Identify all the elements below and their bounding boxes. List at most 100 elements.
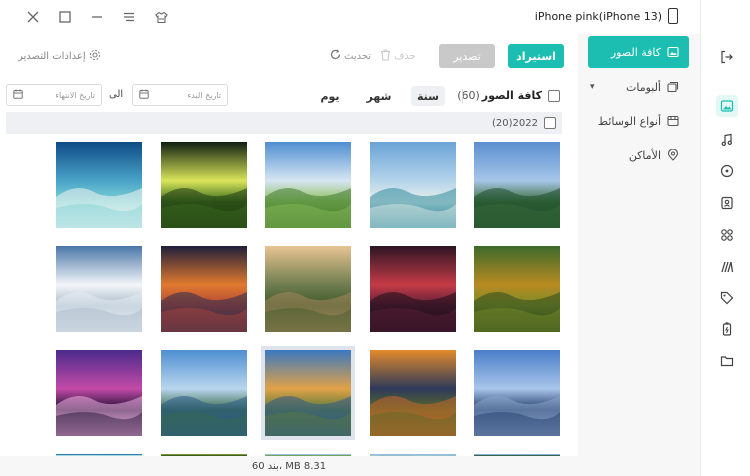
menu-icon: [124, 12, 134, 22]
location-pin-icon: [667, 149, 679, 161]
battery-icon: [722, 322, 732, 336]
trash-icon: [380, 49, 391, 64]
iconbar-apps[interactable]: [716, 224, 738, 246]
all-photos-count: (60): [457, 89, 480, 102]
tab-month[interactable]: شهر: [362, 86, 396, 106]
photo-thumbnail-green-hills-clouds[interactable]: [265, 142, 351, 228]
refresh-icon: [330, 49, 341, 63]
nav-item-places[interactable]: الأماكن: [588, 139, 689, 171]
scrollbar[interactable]: [566, 134, 574, 456]
start-date-placeholder: تاريخ البدء: [187, 90, 222, 100]
refresh-label: تحديث: [344, 50, 372, 62]
photos-icon: [720, 100, 734, 112]
contacts-icon: [721, 196, 733, 210]
select-all-photos[interactable]: (60) كافة الصور: [457, 89, 560, 102]
delete-label: حذف: [394, 51, 416, 62]
photo-thumbnail-tropical-sea-shore[interactable]: [56, 142, 142, 228]
status-bar: 60 بند، MB 8.31: [0, 456, 578, 476]
photo-thumbnail-sunset-sea-reflection[interactable]: [161, 246, 247, 332]
year-group-label: 2022: [512, 117, 538, 129]
gear-icon: [89, 49, 101, 64]
main-panel: استيراد تصدير حذف تحديث إعدادات التصدير …: [0, 34, 578, 476]
import-button[interactable]: استيراد: [508, 44, 564, 68]
tab-year[interactable]: سنة: [411, 86, 445, 106]
media-types-icon: [667, 115, 679, 127]
apps-icon: [721, 229, 733, 241]
iconbar-books[interactable]: [716, 256, 738, 278]
photo-thumbnail-lone-tree-sunlight[interactable]: [161, 142, 247, 228]
select-all-checkbox[interactable]: [548, 89, 560, 102]
close-window-button[interactable]: [24, 8, 42, 26]
category-nav: كافة الصور ▾ ألبومات أنواع الوسائط الأما…: [578, 34, 700, 476]
photo-thumbnail-calm-sea-sunrise[interactable]: [474, 350, 560, 436]
status-text: 60 بند، MB 8.31: [251, 460, 327, 472]
menu-button[interactable]: [120, 8, 138, 26]
minimize-icon: [92, 16, 102, 18]
nav-item-label: أنواع الوسائط: [597, 114, 661, 128]
export-settings-button[interactable]: إعدادات التصدير: [18, 49, 101, 64]
photo-thumbnail-mountain-lake-valley[interactable]: [474, 142, 560, 228]
chevron-down-icon[interactable]: ▾: [590, 82, 595, 92]
tab-day[interactable]: يوم: [313, 86, 347, 106]
iconbar-contacts[interactable]: [716, 192, 738, 214]
refresh-button[interactable]: تحديث: [330, 49, 371, 63]
photo-thumbnail-white-sand-beach[interactable]: [370, 142, 456, 228]
phone-icon: [668, 8, 678, 24]
calendar-icon: [13, 89, 23, 101]
photo-thumbnail-lake-village-reflection[interactable]: [261, 346, 355, 440]
icon-bar: [700, 0, 750, 476]
iconbar-photos[interactable]: [716, 95, 738, 117]
nav-item-all-photos[interactable]: كافة الصور: [588, 36, 689, 68]
all-photos-label: كافة الصور: [481, 89, 542, 102]
nav-item-label: ألبومات: [625, 80, 661, 94]
maximize-icon: [59, 11, 71, 23]
iconbar-tags[interactable]: [716, 287, 738, 309]
export-settings-label: إعدادات التصدير: [18, 51, 86, 62]
iconbar-battery[interactable]: [716, 318, 738, 340]
end-date-input[interactable]: تاريخ الانتهاء: [6, 84, 102, 106]
title-bar: iPhone pink(iPhone 13): [0, 0, 700, 34]
window-controls: [24, 8, 184, 26]
filter-row: (60) كافة الصور سنة شهر يوم تاريخ البدء …: [0, 84, 578, 108]
iconbar-files[interactable]: [716, 350, 738, 372]
photo-thumbnail-autumn-mountain-forest[interactable]: [474, 246, 560, 332]
filter-divider: [462, 89, 463, 103]
nav-item-albums[interactable]: ▾ ألبومات: [588, 71, 689, 103]
export-button[interactable]: تصدير: [439, 44, 495, 68]
year-group-checkbox[interactable]: [544, 117, 556, 129]
iconbar-music[interactable]: [716, 129, 738, 151]
photo-thumbnail-mountain-fjord-reflection[interactable]: [161, 350, 247, 436]
device-selector[interactable]: iPhone pink(iPhone 13): [535, 8, 678, 24]
toolbar: استيراد تصدير حذف تحديث إعدادات التصدير: [0, 44, 578, 70]
start-date-input[interactable]: تاريخ البدء: [132, 84, 228, 106]
nav-item-label: الأماكن: [628, 148, 661, 162]
year-group-count: (20): [492, 117, 513, 129]
calendar-icon: [139, 89, 149, 101]
iconbar-sign-out[interactable]: [716, 46, 738, 68]
delete-button[interactable]: حذف: [380, 49, 416, 64]
minimize-window-button[interactable]: [88, 8, 106, 26]
year-group-header: (20) 2022: [6, 112, 562, 134]
photo-thumbnail-forest-sunset-valley[interactable]: [265, 246, 351, 332]
folder-icon: [720, 356, 734, 367]
close-icon: [27, 11, 39, 23]
photo-thumbnail-snowy-rocks[interactable]: [56, 246, 142, 332]
music-icon: [721, 133, 732, 146]
photo-thumbnail-sunset-hills-field[interactable]: [370, 350, 456, 436]
nav-item-media-types[interactable]: أنواع الوسائط: [588, 105, 689, 137]
photo-icon: [667, 46, 679, 58]
photo-thumbnail-red-sky-lake[interactable]: [370, 246, 456, 332]
video-icon: [720, 164, 734, 178]
iconbar-video[interactable]: [716, 160, 738, 182]
end-date-placeholder: تاريخ الانتهاء: [55, 90, 95, 100]
books-icon: [721, 261, 734, 273]
date-range-to-label: الى: [109, 89, 124, 100]
album-icon: [667, 81, 679, 93]
sign-out-icon: [721, 50, 733, 64]
maximize-window-button[interactable]: [56, 8, 74, 26]
nav-item-label: كافة الصور: [610, 45, 661, 59]
shirt-icon: [154, 11, 168, 23]
device-name: iPhone pink(iPhone 13): [534, 9, 662, 23]
photo-thumbnail-purple-sunset-rock[interactable]: [56, 350, 142, 436]
feedback-button[interactable]: [152, 8, 170, 26]
